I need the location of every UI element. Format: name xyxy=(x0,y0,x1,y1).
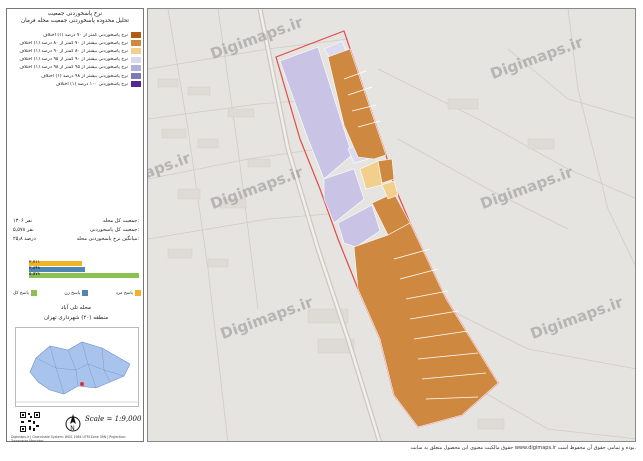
bar-label: ۲,۷۱۱ xyxy=(29,260,41,265)
neighborhood-marker xyxy=(80,382,84,386)
bar-legend-item: پاسخ مرد xyxy=(116,290,141,296)
stat-value: ۵,۵۷۸ نفر xyxy=(13,227,34,233)
stat-row: ۱۳۰۶ نفر جمعیت کل محله: xyxy=(13,217,139,226)
locator-map-svg xyxy=(16,341,138,403)
stat-row: ۲۵٫۸ درصد میانگین نرخ پاسخوردنی محله: xyxy=(13,235,139,244)
legend-swatch xyxy=(131,73,141,80)
legend-item: نرخ پاسخوردنی بیشتر از ۹۵ کمتر از ۹۸ درص… xyxy=(13,64,141,72)
legend-label: نرخ پاسخوردنی بیشتر از ۹۰ کمتر از ۹۵ درص… xyxy=(19,57,128,63)
map-scale: Scale = 1:9,000 xyxy=(85,415,142,423)
legend-label: نرخ پاسخوردنی بیشتر از ۷۰ کمتر از ۸۰ درص… xyxy=(19,40,128,46)
panel-title-line2: تحلیل محدوده پاسخوردنی جمعیت محله فرمان xyxy=(21,18,129,24)
stat-value: ۲۵٫۸ درصد xyxy=(13,236,36,242)
stat-row: ۵,۵۷۸ نفر جمعیت کل پاسخوردنی: xyxy=(13,226,139,235)
legend-label: نرخ پاسخوردنی بیشتر از ۹۸ درصد (۱) اختلا… xyxy=(40,73,128,79)
population-bar-chart: ۲,۷۱۱ ۲,۸۴۸ ۵,۵۷۸ xyxy=(29,260,139,279)
bar-total: ۵,۵۷۸ xyxy=(29,272,139,278)
copyright-footer: حقوق مالکیت معنوی این محصول متعلق به سای… xyxy=(410,445,636,451)
bar-legend-swatch xyxy=(134,290,141,296)
legend-item: نرخ پاسخوردنی بیشتر از ۹۰ کمتر از ۹۵ درص… xyxy=(13,56,141,64)
panel-footer: Digimaps.ir | Coordinate System: WGS 198… xyxy=(11,435,127,443)
bar-label: ۲,۸۴۸ xyxy=(29,266,41,271)
legend-label: نرخ پاسخوردنی کمتر از ۷۰ درصد (۱) اختلاف xyxy=(42,32,128,38)
bar-legend-label: پاسخ زن xyxy=(64,290,81,296)
bar-legend-item: پاسخ زن xyxy=(64,290,89,296)
legend-swatch xyxy=(131,40,141,47)
legend-swatch xyxy=(131,56,141,63)
panel-title-line1: نرخ پاسخوردنی جمعیت xyxy=(47,11,103,17)
district-name: منطقه (۲۰) شهرداری تهران xyxy=(43,315,109,321)
legend-label: نرخ پاسخوردنی بیشتر از ۹۵ کمتر از ۹۸ درص… xyxy=(19,65,128,71)
bar-legend-swatch xyxy=(82,290,89,296)
panel-title: نرخ پاسخوردنی جمعیت تحلیل محدوده پاسخورد… xyxy=(11,11,139,25)
svg-text:N: N xyxy=(70,425,75,432)
legend-swatch xyxy=(131,81,141,88)
bar-legend-swatch xyxy=(30,290,37,296)
legend-swatch xyxy=(131,64,141,71)
legend-panel: نرخ پاسخوردنی جمعیت تحلیل محدوده پاسخورد… xyxy=(6,8,144,443)
stat-label: میانگین نرخ پاسخوردنی محله: xyxy=(76,236,139,242)
bar-legend: پاسخ کل پاسخ زن پاسخ مرد xyxy=(13,290,141,296)
statistics: ۱۳۰۶ نفر جمعیت کل محله: ۵,۵۷۸ نفر جمعیت … xyxy=(13,217,139,244)
neighborhood-name: محله تلی آباد xyxy=(61,305,91,311)
locator-map xyxy=(15,327,139,407)
legend-item: نرخ پاسخوردنی کمتر از ۷۰ درصد (۱) اختلاف xyxy=(13,31,141,39)
main-map[interactable]: Digimaps.ir Digimaps.ir Digimaps.ir Digi… xyxy=(147,8,636,442)
map-layout: نرخ پاسخوردنی جمعیت تحلیل محدوده پاسخورد… xyxy=(0,0,643,461)
bar-label: ۵,۵۷۸ xyxy=(29,272,41,277)
bar-legend-item: پاسخ کل xyxy=(13,290,37,296)
legend: نرخ پاسخوردنی کمتر از ۷۰ درصد (۱) اختلاف… xyxy=(13,31,141,88)
bar-legend-label: پاسخ مرد xyxy=(115,290,133,296)
legend-swatch xyxy=(131,48,141,55)
north-arrow-icon: N xyxy=(65,414,81,432)
legend-item: نرخ پاسخوردنی بیشتر از ۹۸ درصد (۱) اختلا… xyxy=(13,72,141,80)
stat-label: جمعیت کل پاسخوردنی: xyxy=(90,227,139,233)
bar-legend-label: پاسخ کل xyxy=(13,290,29,296)
stat-label: جمعیت کل محله: xyxy=(102,218,139,224)
stat-value: ۱۳۰۶ نفر xyxy=(13,218,33,224)
qr-code-icon xyxy=(19,411,41,433)
legend-item: نرخ پاسخوردنی بیشتر از ۸۰ کمتر از ۹۰ درص… xyxy=(13,47,141,55)
legend-label: نرخ پاسخوردنی ۱۰۰ درصد (۱) اختلاف xyxy=(55,81,128,87)
legend-swatch xyxy=(131,32,141,39)
legend-item: نرخ پاسخوردنی ۱۰۰ درصد (۱) اختلاف xyxy=(13,80,141,88)
legend-label: نرخ پاسخوردنی بیشتر از ۸۰ کمتر از ۹۰ درص… xyxy=(19,48,128,54)
legend-item: نرخ پاسخوردنی بیشتر از ۷۰ کمتر از ۸۰ درص… xyxy=(13,39,141,47)
map-canvas xyxy=(148,9,635,441)
